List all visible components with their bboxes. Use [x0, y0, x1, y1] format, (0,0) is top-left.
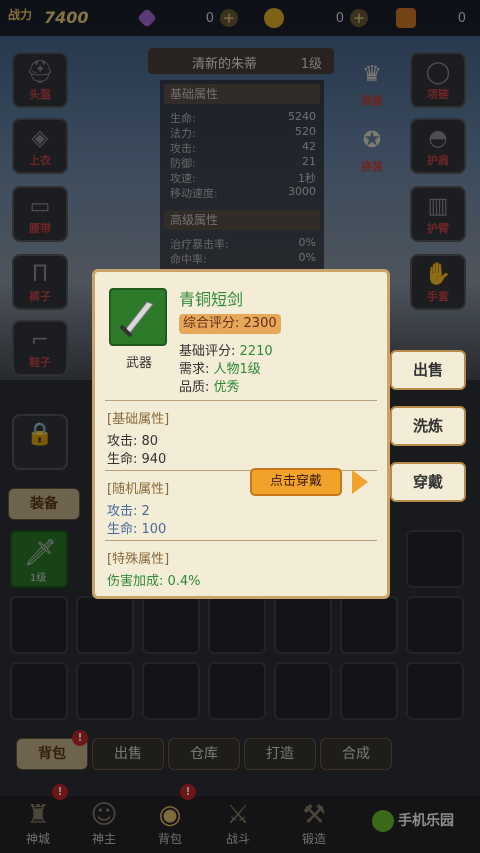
basic-attr-line: 生命: 940	[107, 452, 167, 467]
base-score: 基础评分: 2210	[179, 344, 273, 359]
random-attr-line: 攻击: 2	[107, 504, 150, 519]
item-detail-popup: 武器 青铜短剑 综合评分: 2300 基础评分: 2210 需求: 人物1级 品…	[92, 269, 390, 599]
sell-button[interactable]: 出售	[390, 350, 466, 390]
item-type: 武器	[125, 356, 152, 371]
item-icon	[109, 288, 167, 346]
random-attr-header: [随机属性]	[107, 482, 170, 497]
divider	[105, 540, 377, 541]
basic-attr-line: 攻击: 80	[107, 434, 159, 449]
overall-score: 综合评分: 2300	[179, 314, 281, 334]
random-attr-line: 生命: 100	[107, 522, 167, 537]
wear-button[interactable]: 穿戴	[390, 462, 466, 502]
arrow-right-icon	[352, 470, 368, 494]
special-attr-line: 伤害加成: 0.4%	[107, 574, 201, 589]
special-attr-header: [特殊属性]	[107, 552, 170, 567]
quality: 品质: 优秀	[179, 380, 240, 395]
sword-icon	[119, 301, 154, 338]
wear-hint-label[interactable]: 点击穿戴	[250, 468, 342, 496]
refine-button[interactable]: 洗炼	[390, 406, 466, 446]
divider	[105, 400, 377, 401]
item-name: 青铜短剑	[179, 290, 244, 309]
requirement: 需求: 人物1级	[179, 362, 261, 377]
basic-attr-header: [基础属性]	[107, 412, 170, 427]
